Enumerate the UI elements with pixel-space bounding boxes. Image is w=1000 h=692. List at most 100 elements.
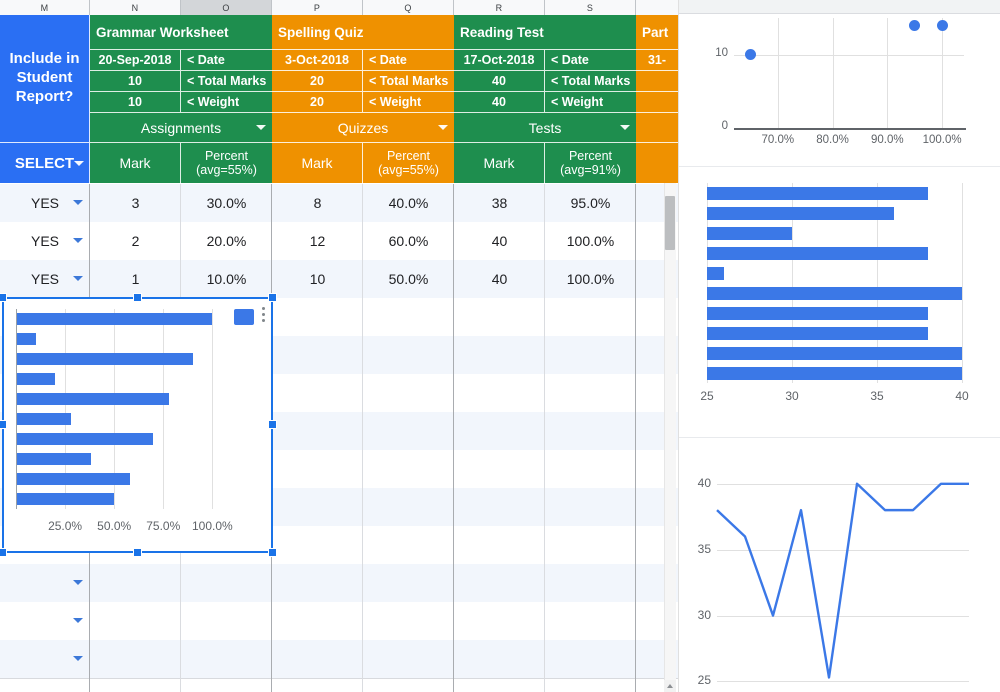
- chart-menu-icon-dot3[interactable]: [262, 319, 265, 322]
- hbar-x-tick-label[interactable]: 40: [944, 389, 980, 403]
- cell-r_mark[interactable]: 38: [454, 184, 545, 222]
- hbar-bar[interactable]: [707, 206, 894, 220]
- cell-r_mark[interactable]: [454, 336, 545, 374]
- cell-g_pct[interactable]: 10.0%: [181, 260, 272, 298]
- scatter-point[interactable]: [744, 49, 756, 61]
- cell-s_mark[interactable]: [272, 450, 363, 488]
- chart-bar[interactable]: [17, 373, 56, 385]
- cell-r_pct[interactable]: 95.0%: [545, 184, 636, 222]
- scatter-x-tick-label[interactable]: 70.0%: [752, 134, 804, 146]
- chart-x-tick-label[interactable]: 100.0%: [190, 519, 234, 533]
- cell-r_pct[interactable]: [545, 412, 636, 450]
- marks-line-chart[interactable]: 25 30 35 40: [679, 448, 1000, 692]
- vertical-scrollbar-track[interactable]: [664, 183, 676, 692]
- hbar-bar[interactable]: [707, 186, 928, 200]
- scatter-gridline[interactable]: [942, 18, 944, 128]
- chart-bar[interactable]: [17, 453, 91, 465]
- cell-g_pct[interactable]: [181, 602, 272, 640]
- select-chevron-down-icon[interactable]: [74, 161, 84, 166]
- cell-s_pct[interactable]: [363, 412, 454, 450]
- row-select-chevron-down-icon[interactable]: [73, 200, 83, 205]
- marks-bar-chart[interactable]: 25 30 35 40: [679, 175, 1000, 425]
- assessment-category-grammar[interactable]: Assignments: [90, 113, 272, 143]
- hbar-bar[interactable]: [707, 306, 928, 320]
- cell-r_mark[interactable]: [454, 526, 545, 564]
- hbar-bar[interactable]: [707, 326, 928, 340]
- chart-resize-handle-bottom-center[interactable]: [133, 548, 142, 557]
- chart-bar[interactable]: [17, 393, 170, 405]
- cell-r_pct[interactable]: [545, 564, 636, 602]
- cell-s_pct[interactable]: 60.0%: [363, 222, 454, 260]
- category-grammar-chevron-down-icon[interactable]: [256, 125, 266, 130]
- column-header-o[interactable]: O: [181, 0, 272, 15]
- scatter-x-axis[interactable]: [734, 128, 966, 130]
- hbar-bar[interactable]: [707, 346, 962, 360]
- chart-gridline[interactable]: [212, 309, 214, 509]
- row-select-chevron-down-icon[interactable]: [73, 580, 83, 585]
- cell-s_mark[interactable]: [272, 412, 363, 450]
- chart-resize-handle-top-center[interactable]: [133, 293, 142, 302]
- cell-s_pct[interactable]: 50.0%: [363, 260, 454, 298]
- cell-g_pct[interactable]: 20.0%: [181, 222, 272, 260]
- chart-bar[interactable]: [17, 333, 36, 345]
- cell-s_pct[interactable]: 40.0%: [363, 184, 454, 222]
- cell-r_mark[interactable]: [454, 374, 545, 412]
- scatter-y-tick-label[interactable]: 10: [700, 47, 728, 59]
- column-header-q[interactable]: Q: [363, 0, 454, 15]
- cell-r_pct[interactable]: 100.0%: [545, 222, 636, 260]
- chart-bar[interactable]: [17, 433, 154, 445]
- chart-resize-handle-top-right[interactable]: [268, 293, 277, 302]
- cell-s_mark[interactable]: [272, 564, 363, 602]
- chart-resize-handle-middle-right[interactable]: [268, 420, 277, 429]
- column-header-m[interactable]: M: [0, 0, 90, 15]
- cell-s_mark[interactable]: 10: [272, 260, 363, 298]
- column-header-s[interactable]: S: [545, 0, 636, 15]
- chart-menu-icon-dot2[interactable]: [262, 313, 265, 316]
- embedded-chart[interactable]: 25.0% 50.0% 75.0% 100.0%: [2, 297, 273, 553]
- cell-r_mark[interactable]: [454, 450, 545, 488]
- chart-bar[interactable]: [17, 353, 193, 365]
- cell-g_mark[interactable]: [90, 564, 181, 602]
- hbar-bar[interactable]: [707, 366, 962, 380]
- chart-resize-handle-middle-left[interactable]: [0, 420, 7, 429]
- cell-s_pct[interactable]: [363, 298, 454, 336]
- cell-s_mark[interactable]: [272, 336, 363, 374]
- hbar-x-tick-label[interactable]: 30: [774, 389, 810, 403]
- cell-s_pct[interactable]: [363, 564, 454, 602]
- cell-s_mark[interactable]: [272, 374, 363, 412]
- category-spelling-chevron-down-icon[interactable]: [438, 125, 448, 130]
- cell-g_mark[interactable]: [90, 602, 181, 640]
- column-header-r[interactable]: R: [454, 0, 545, 15]
- assessment-category-reading[interactable]: Tests: [454, 113, 636, 143]
- cell-r_pct[interactable]: [545, 602, 636, 640]
- cell-s_pct[interactable]: [363, 602, 454, 640]
- chart-resize-handle-top-left[interactable]: [0, 293, 7, 302]
- cell-r_mark[interactable]: [454, 412, 545, 450]
- column-header-p[interactable]: P: [272, 0, 363, 15]
- column-header-partial[interactable]: [636, 0, 678, 15]
- cell-s_mark[interactable]: [272, 602, 363, 640]
- cell-r_pct[interactable]: [545, 336, 636, 374]
- cell-g_mark[interactable]: 3: [90, 184, 181, 222]
- spreadsheet-grid[interactable]: M N O P Q R S Include in Student Report?…: [0, 0, 678, 692]
- cell-r_pct[interactable]: [545, 298, 636, 336]
- scroll-down-arrow-icon[interactable]: [664, 680, 676, 692]
- hbar-bar[interactable]: [707, 266, 724, 280]
- chart-gridline[interactable]: [163, 309, 165, 509]
- hbar-bar[interactable]: [707, 286, 962, 300]
- cell-s_mark[interactable]: [272, 640, 363, 678]
- cell-r_mark[interactable]: [454, 564, 545, 602]
- scatter-point[interactable]: [909, 19, 921, 31]
- chart-bar[interactable]: [17, 473, 130, 485]
- assessment-category-spelling[interactable]: Quizzes: [272, 113, 454, 143]
- vertical-scrollbar-thumb[interactable]: [665, 196, 675, 250]
- row-select-chevron-down-icon[interactable]: [73, 276, 83, 281]
- scatter-x-tick-label[interactable]: 90.0%: [861, 134, 913, 146]
- assessment-category-partial[interactable]: [636, 113, 678, 143]
- chart-x-tick-label[interactable]: 75.0%: [141, 519, 185, 533]
- cell-r_mark[interactable]: [454, 602, 545, 640]
- category-reading-chevron-down-icon[interactable]: [620, 125, 630, 130]
- cell-s_pct[interactable]: [363, 450, 454, 488]
- scatter-chart[interactable]: 70.0% 80.0% 90.0% 100.0% 0 10: [679, 14, 1000, 165]
- cell-s_pct[interactable]: [363, 374, 454, 412]
